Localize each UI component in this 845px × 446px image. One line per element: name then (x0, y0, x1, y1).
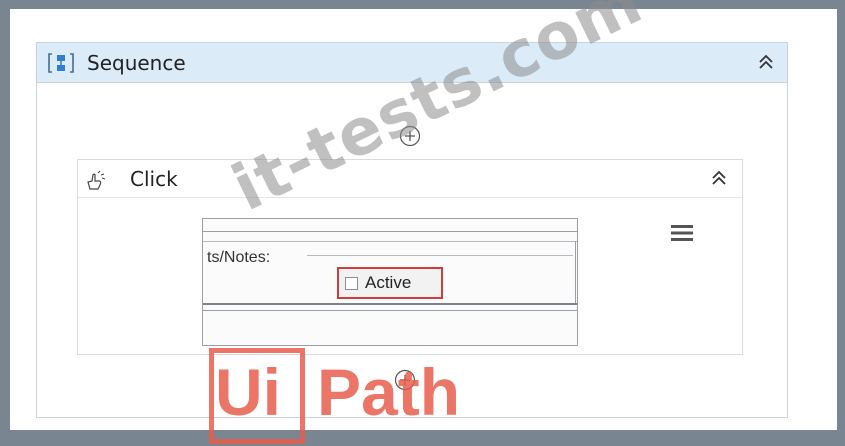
click-hand-icon (87, 170, 106, 190)
divider (203, 303, 577, 305)
click-activity[interactable]: Click ts/Notes: Active (77, 159, 743, 355)
active-checkbox[interactable] (345, 277, 358, 290)
add-activity-plus-icon[interactable] (394, 369, 416, 391)
sequence-activity[interactable]: Sequence Click ts/Notes: Active (36, 42, 788, 418)
sequence-header[interactable]: Sequence (37, 43, 787, 83)
click-title: Click (130, 167, 178, 191)
click-header[interactable]: Click (78, 160, 742, 198)
target-screenshot: ts/Notes: Active (202, 218, 578, 346)
divider (203, 241, 577, 242)
divider (203, 231, 577, 232)
double-chevron-up-icon[interactable] (757, 53, 775, 75)
add-activity-plus-icon[interactable] (399, 125, 421, 147)
target-highlight[interactable]: Active (337, 267, 443, 299)
divider (203, 310, 577, 311)
sequence-icon (48, 53, 74, 73)
hamburger-menu-icon[interactable] (670, 222, 694, 244)
sequence-title: Sequence (87, 51, 186, 75)
double-chevron-up-icon[interactable] (710, 169, 728, 191)
workflow-designer-canvas: Sequence Click ts/Notes: Active it-tests… (10, 0, 837, 430)
divider (575, 241, 576, 305)
active-checkbox-label: Active (365, 273, 412, 292)
divider (307, 255, 573, 256)
notes-label: ts/Notes: (207, 249, 271, 266)
